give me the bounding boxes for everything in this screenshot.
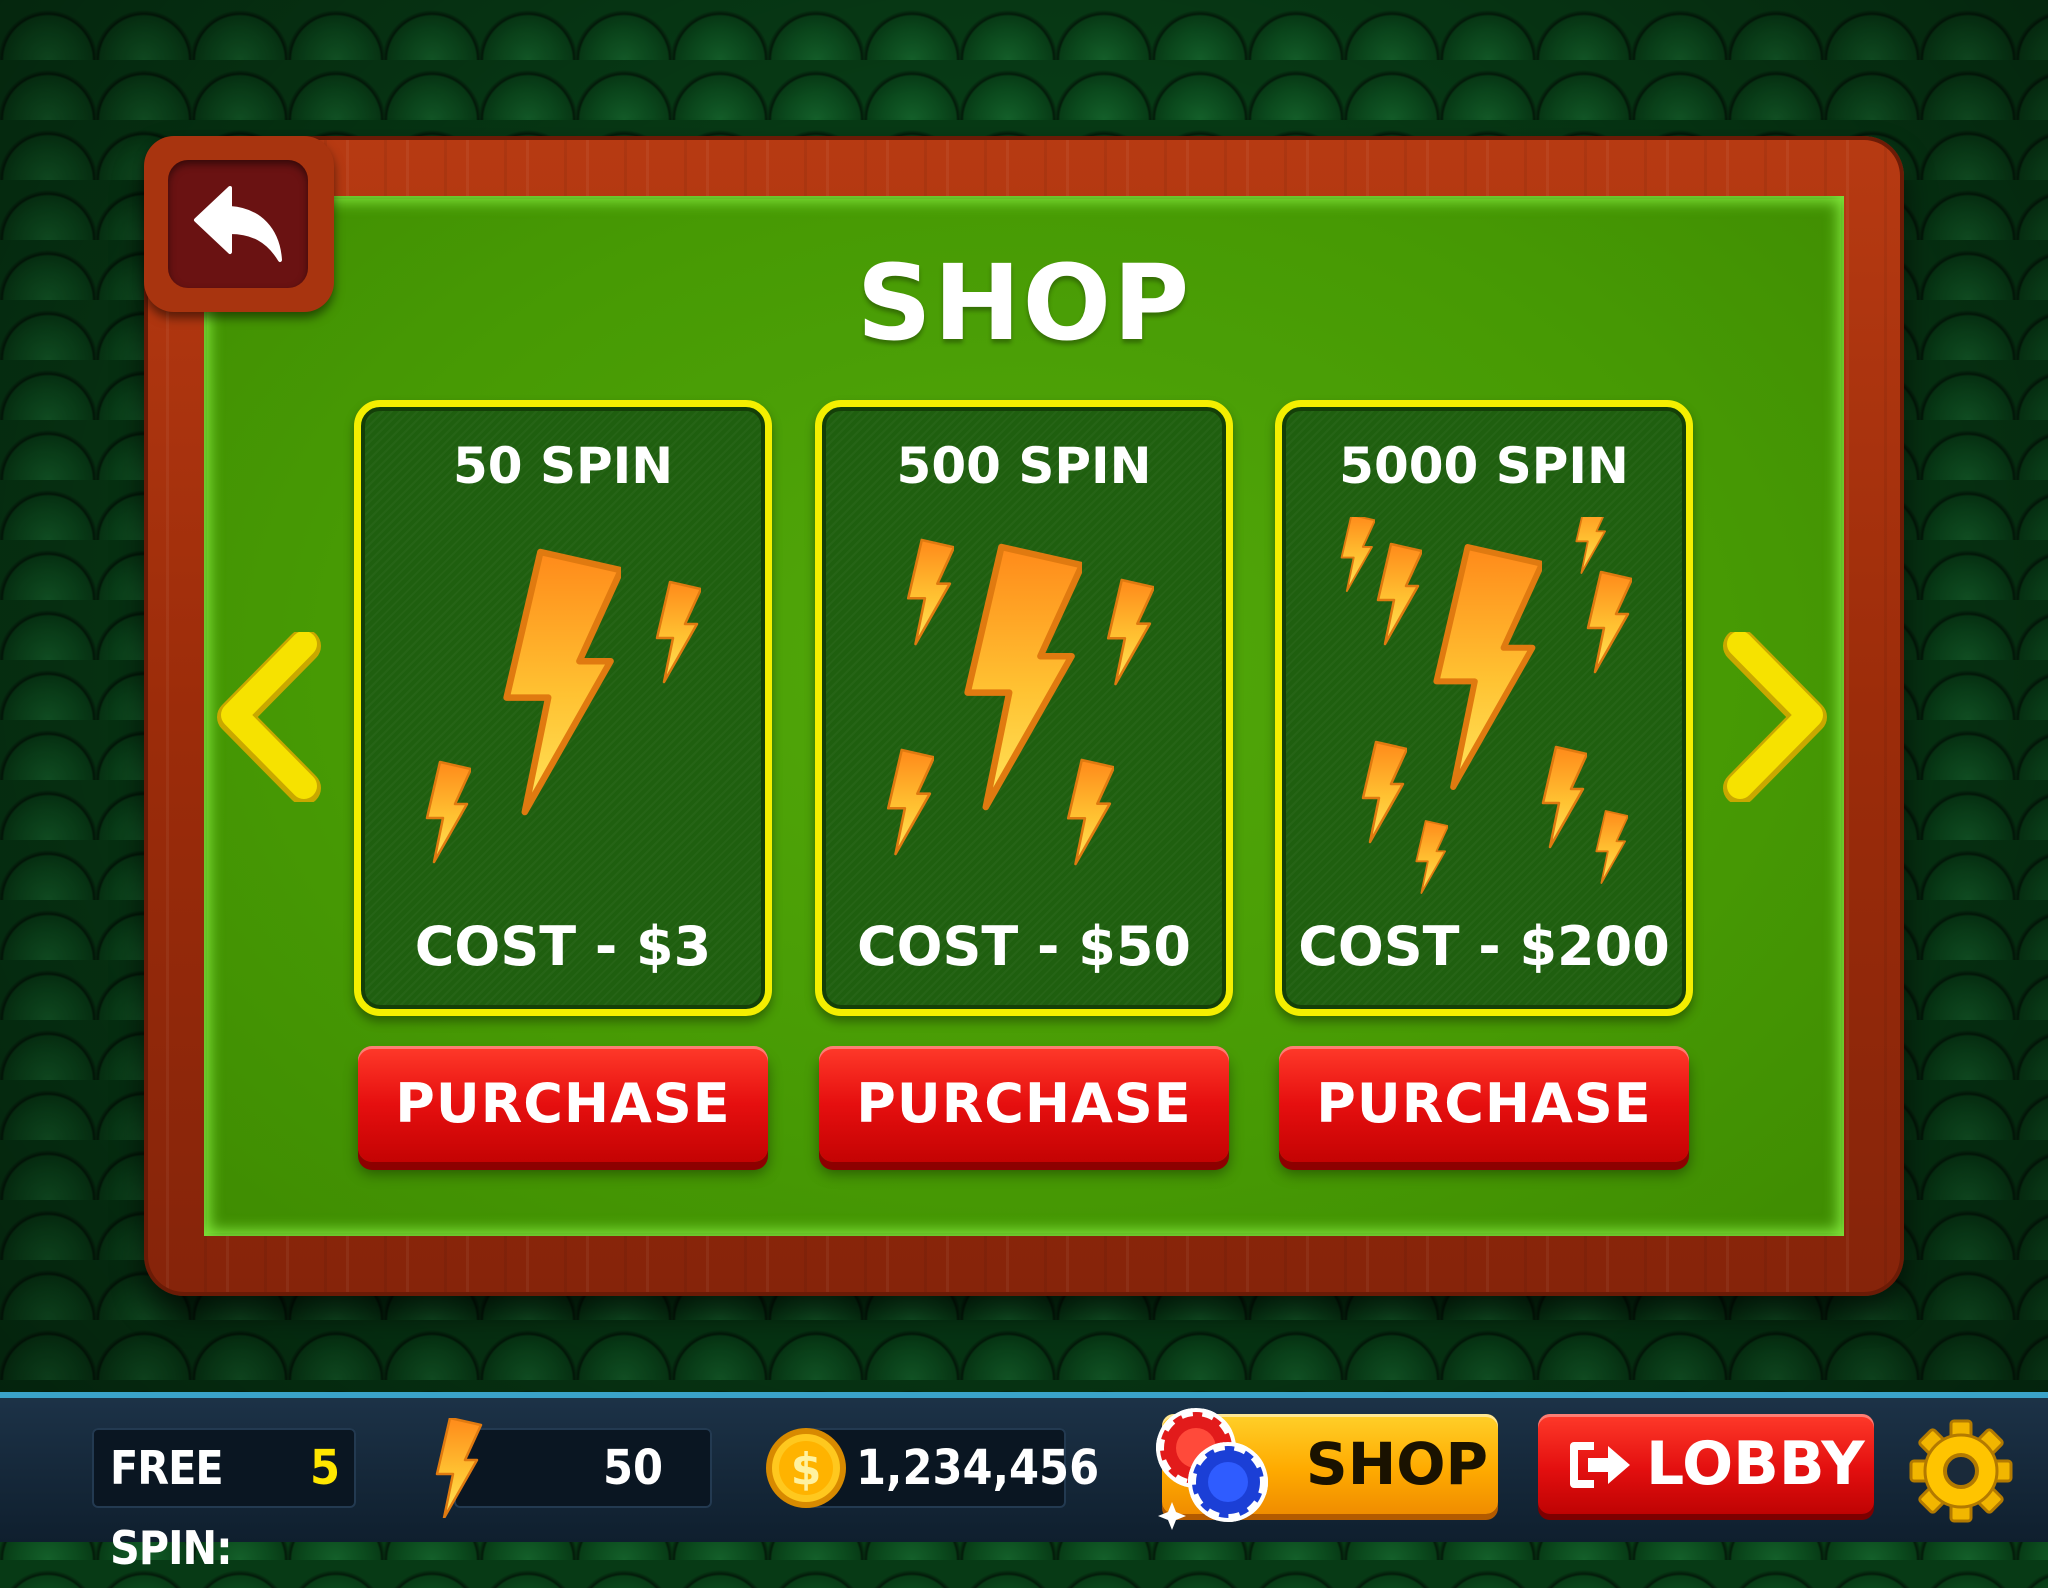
- lightning-bolt-icon: [435, 1418, 483, 1518]
- energy-value: 50: [602, 1440, 664, 1496]
- purchase-button-500[interactable]: PURCHASE: [819, 1046, 1229, 1162]
- shop-title: SHOP: [856, 242, 1192, 364]
- chevron-left-icon[interactable]: [212, 632, 322, 802]
- exit-icon: [1570, 1442, 1630, 1488]
- spin-pack-card-5000[interactable]: 5000 SPIN COST - $200: [1275, 400, 1693, 1016]
- gear-icon[interactable]: [1908, 1418, 2014, 1524]
- lightning-bolt-icon: [886, 538, 1154, 866]
- card-title: 5000 SPIN: [1339, 437, 1629, 495]
- purchase-button-5000[interactable]: PURCHASE: [1279, 1046, 1689, 1162]
- card-cost: COST - $50: [857, 915, 1191, 978]
- card-title: 500 SPIN: [896, 437, 1152, 495]
- card-cost: COST - $200: [1298, 915, 1670, 978]
- free-spin-value: 5: [310, 1440, 341, 1496]
- free-spin-counter: FREE SPIN: 5: [92, 1428, 356, 1575]
- card-title: 50 SPIN: [452, 437, 674, 495]
- shop-button-label: SHOP: [1305, 1430, 1489, 1498]
- coin-value: 1,234,456: [856, 1440, 1100, 1496]
- dollar-coin-icon: $: [766, 1428, 846, 1508]
- card-cost: COST - $3: [414, 915, 712, 978]
- purchase-button-50[interactable]: PURCHASE: [358, 1046, 768, 1162]
- spin-pack-card-500[interactable]: 500 SPIN COST - $50: [815, 400, 1233, 1016]
- lightning-bolt-icon: [425, 517, 701, 864]
- lobby-button[interactable]: LOBBY: [1538, 1414, 1874, 1514]
- energy-counter: 50: [454, 1428, 712, 1508]
- svg-text:$: $: [791, 1444, 822, 1495]
- casino-chips-icon: [1156, 1408, 1268, 1530]
- lightning-bolt-icon: [1340, 517, 1632, 894]
- spin-pack-card-50[interactable]: 50 SPIN COST - $3: [354, 400, 772, 1016]
- chevron-right-icon[interactable]: [1722, 632, 1832, 802]
- lobby-button-label: LOBBY: [1646, 1429, 1865, 1499]
